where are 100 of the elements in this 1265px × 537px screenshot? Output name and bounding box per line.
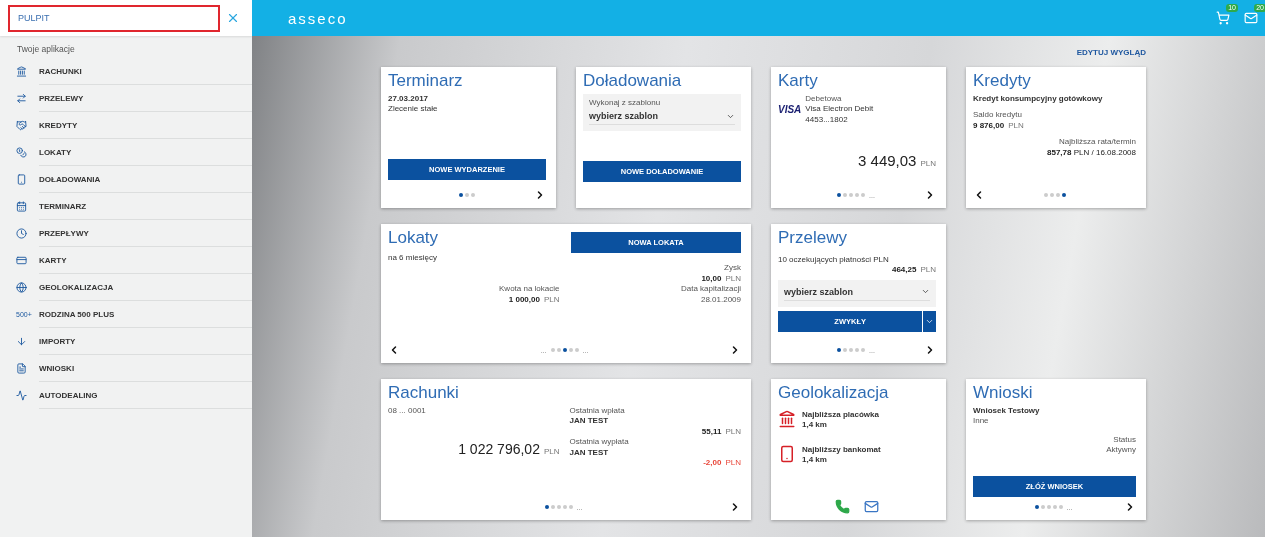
sidebar-item[interactable]: DOŁADOWANIA <box>0 166 252 193</box>
sidebar-item[interactable]: LOKATY <box>0 139 252 166</box>
app-icon <box>16 201 27 212</box>
template-select[interactable]: wybierz szablon <box>784 283 930 301</box>
amount: 55,11 PLN <box>700 426 741 438</box>
sidebar-item[interactable]: PRZEPŁYWY <box>0 220 252 247</box>
amount: 9 876,00 PLN <box>973 120 1024 132</box>
branch-distance: 1,4 km <box>802 420 828 431</box>
card-number: 4453...1802 <box>805 114 849 126</box>
deposit-term: na 6 miesięcy <box>388 253 438 264</box>
app-icon <box>16 363 27 374</box>
atm-label: Najbliższy bankomat <box>802 444 881 456</box>
card-title: Rachunki <box>388 383 460 403</box>
pager-dot[interactable] <box>556 348 561 352</box>
pager-dot[interactable] <box>1052 505 1057 509</box>
pager-dot[interactable] <box>1046 505 1051 509</box>
card-name: Visa Electron Debit <box>805 104 874 115</box>
caret-button[interactable] <box>923 310 936 332</box>
pager-dot[interactable] <box>861 348 866 352</box>
deposit-name: JAN TEST <box>569 416 610 427</box>
app-icon <box>16 147 27 158</box>
edit-layout-link[interactable]: EDYTUJ WYGLĄD <box>1076 48 1146 57</box>
field-label: Wykonaj z szablonu <box>589 98 662 109</box>
branch-label: Najbliższa placówka <box>802 410 879 421</box>
status-label: Status <box>1112 434 1136 446</box>
card-title: Wnioski <box>973 383 1034 403</box>
app-icon <box>16 93 27 104</box>
sidebar-item[interactable]: AUTODEALING <box>0 382 252 409</box>
withdrawal-label: Ostatnia wypłata <box>569 437 630 448</box>
card-title: Przelewy <box>778 228 848 248</box>
app-icon <box>16 282 27 293</box>
sidebar-item[interactable]: KARTY <box>0 247 252 274</box>
sidebar-item[interactable]: KREDYTY <box>0 112 252 139</box>
pager-dot[interactable] <box>568 505 573 509</box>
amount: 1 000,00 PLN <box>507 294 560 305</box>
pager-dot[interactable] <box>1034 505 1039 509</box>
pager-dot[interactable] <box>843 348 848 352</box>
withdrawal-name: JAN TEST <box>569 447 610 458</box>
search-field[interactable]: PULPIT <box>8 4 220 32</box>
bank-building-icon <box>778 410 796 428</box>
capitalization-date: 28.01.2009 <box>699 294 741 305</box>
event-date: 27.03.2017 <box>388 94 430 105</box>
app-icon <box>16 120 27 131</box>
pager-dot[interactable] <box>837 193 842 197</box>
phone-icon[interactable] <box>835 499 850 514</box>
event-description: Zlecenie stałe <box>388 104 439 115</box>
pager-dot[interactable] <box>843 193 848 197</box>
pager-dot[interactable] <box>550 348 555 352</box>
mail-icon[interactable] <box>864 499 879 514</box>
pager-dot[interactable] <box>861 193 866 197</box>
pager-dot[interactable] <box>1043 193 1048 197</box>
pager-dot[interactable] <box>471 193 475 197</box>
card-title: Terminarz <box>388 71 464 91</box>
pager-dot[interactable] <box>459 193 463 197</box>
pager-dot[interactable] <box>562 505 567 509</box>
pager-dot[interactable] <box>849 193 854 197</box>
card-title: Geolokalizacja <box>778 383 890 403</box>
card-type: Debetowa <box>805 94 843 105</box>
sidebar-item[interactable]: TERMINARZ <box>0 193 252 220</box>
amount: 464,25 PLN <box>890 265 936 276</box>
app-icon <box>16 390 27 401</box>
next-installment: 857,78 PLN / 16.08.2008 <box>1046 147 1136 158</box>
card-brand-logo: VISA <box>778 104 802 116</box>
pager-dot[interactable] <box>556 505 561 509</box>
pager-dot[interactable] <box>568 348 573 352</box>
cart-icon[interactable] <box>1216 11 1230 25</box>
pager-dot[interactable] <box>562 348 567 352</box>
sidebar-item[interactable]: WNIOSKI <box>0 355 252 382</box>
template-select[interactable]: wybierz szablon <box>589 108 735 126</box>
sidebar-item[interactable]: IMPORTY <box>0 328 252 355</box>
pager-dot[interactable] <box>1061 193 1066 197</box>
pager-dot[interactable] <box>855 348 860 352</box>
next-installment-label: Najbliższa rata/termin <box>1058 137 1136 148</box>
pager-dot[interactable] <box>837 348 842 352</box>
pager-dot[interactable] <box>1040 505 1045 509</box>
amount: 1 022 796,02 PLN <box>457 440 560 459</box>
card-title: Doładowania <box>583 71 683 91</box>
pager-dot[interactable] <box>465 193 469 197</box>
pager-dot[interactable] <box>855 193 860 197</box>
logo: asseco <box>288 9 348 27</box>
request-name: Wniosek Testowy <box>973 406 1041 417</box>
request-type: Inne <box>973 416 990 427</box>
balance-label: Saldo kredytu <box>973 110 1023 121</box>
sidebar-item[interactable]: RACHUNKI <box>0 58 252 85</box>
pager-dot[interactable] <box>1049 193 1054 197</box>
card-title: Kredyty <box>973 71 1032 91</box>
status-value: Aktywny <box>1105 445 1136 456</box>
pager-dot[interactable] <box>1055 193 1060 197</box>
pager-dot[interactable] <box>550 505 555 509</box>
app-icon <box>16 228 27 239</box>
deposit-label: Ostatnia wpłata <box>569 406 626 417</box>
pager-dot[interactable] <box>574 348 579 352</box>
card-title: Lokaty <box>388 228 440 248</box>
sidebar-item[interactable]: PRZELEWY <box>0 85 252 112</box>
pager-dot[interactable] <box>544 505 549 509</box>
close-icon[interactable] <box>226 11 240 25</box>
pager-dot[interactable] <box>849 348 854 352</box>
card-title: Karty <box>778 71 819 91</box>
sidebar-item[interactable]: GEOLOKALIZACJA <box>0 274 252 301</box>
pager-dot[interactable] <box>1058 505 1063 509</box>
